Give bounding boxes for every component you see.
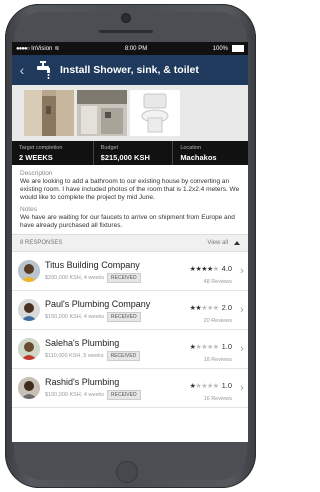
avatar <box>18 260 40 282</box>
page-title: Install Shower, sink, & toilet <box>60 64 199 76</box>
toilet-photo[interactable] <box>130 90 180 136</box>
star-rating-icon: ★★★★★ <box>189 343 219 351</box>
response-row[interactable]: Saleha's Plumbing $110,000 KSH, 5 weeks R… <box>12 330 248 369</box>
chevron-right-icon[interactable]: › <box>236 343 248 355</box>
rating-block: ★★★★★ 2.0 20 Reviews <box>176 297 232 324</box>
response-row[interactable]: Rashid's Plumbing $100,000 KSH, 4 weeks R… <box>12 369 248 408</box>
stat-target-completion: Target completion 2 WEEKS <box>12 141 94 165</box>
room-photo-1[interactable] <box>24 90 74 136</box>
rating-value: 2.0 <box>221 302 232 312</box>
battery-label: 100% <box>212 45 228 52</box>
review-count: 48 Reviews <box>203 278 232 285</box>
rating-block: ★★★★★ 4.0 48 Reviews <box>176 258 232 285</box>
rating-block: ★★★★★ 1.0 18 Reviews <box>176 336 232 363</box>
status-badge: RECEIVED <box>107 272 141 283</box>
avatar <box>18 338 40 360</box>
responses-header: 8 RESPONSES View all <box>12 234 248 252</box>
star-rating-icon: ★★★★★ <box>189 304 219 312</box>
collapse-arrow-icon <box>234 241 240 245</box>
chevron-right-icon[interactable]: › <box>236 304 248 316</box>
responses-count: 8 RESPONSES <box>20 240 63 246</box>
status-bar: ●●●●○ InVision ≋ 8:00 PM 100% <box>12 42 248 55</box>
response-row[interactable]: Titus Building Company $200,000 KSH, 4 w… <box>12 252 248 291</box>
description-section: Description We are looking to add a bath… <box>12 165 248 204</box>
room-photo-2[interactable] <box>77 90 127 136</box>
description-text: We are looking to add a bathroom to our … <box>20 178 240 201</box>
notes-heading: Notes <box>20 206 37 213</box>
review-count: 18 Reviews <box>203 356 232 363</box>
star-rating-icon: ★★★★★ <box>189 382 219 390</box>
responses-list: Titus Building Company $200,000 KSH, 4 w… <box>12 252 248 408</box>
rating-value: 4.0 <box>221 263 232 273</box>
notes-text: We have are waiting for our faucets to a… <box>20 214 235 229</box>
carrier-label: InVision <box>31 45 53 52</box>
contractor-name: Titus Building Company <box>45 259 140 270</box>
stat-location: Location Machakos <box>180 145 217 162</box>
signal-icon: ●●●●○ <box>16 45 30 52</box>
quote-summary: $150,000 KSH, 4 weeks <box>45 313 105 320</box>
contractor-name: Saleha's Plumbing <box>45 337 120 348</box>
back-chevron-icon[interactable]: ‹ <box>12 62 32 78</box>
star-rating-icon: ★★★★★ <box>189 265 219 273</box>
status-badge: RECEIVED <box>107 389 141 400</box>
front-camera <box>121 13 131 23</box>
status-badge: RECEIVED <box>106 350 141 361</box>
clock: 8:00 PM <box>124 45 148 52</box>
wifi-icon: ≋ <box>54 46 60 52</box>
rating-block: ★★★★★ 1.0 16 Reviews <box>176 375 232 402</box>
quote-summary: $100,000 KSH, 4 weeks <box>45 391 105 398</box>
view-all-button[interactable]: View all <box>207 240 240 246</box>
review-count: 20 Reviews <box>203 317 232 324</box>
navigation-bar: ‹ Install Shower, sink, & toilet <box>12 55 248 85</box>
contractor-name: Paul's Plumbing Company <box>45 298 151 309</box>
project-stats: Target completion 2 WEEKS Budget $215,00… <box>12 141 248 165</box>
contractor-name: Rashid's Plumbing <box>45 376 120 387</box>
notes-section: Notes We have are waiting for our faucet… <box>12 204 248 234</box>
view-all-label: View all <box>207 240 228 246</box>
status-badge: RECEIVED <box>107 311 141 322</box>
quote-summary: $110,000 KSH, 5 weeks <box>45 352 104 359</box>
chevron-right-icon[interactable]: › <box>236 382 248 394</box>
app-screen: ●●●●○ InVision ≋ 8:00 PM 100% ‹ Install … <box>12 42 248 442</box>
description-heading: Description <box>20 170 53 177</box>
avatar <box>18 299 40 321</box>
response-row[interactable]: Paul's Plumbing Company $150,000 KSH, 4 … <box>12 291 248 330</box>
battery-icon <box>232 45 244 52</box>
review-count: 16 Reviews <box>203 395 232 402</box>
quote-summary: $200,000 KSH, 4 weeks <box>45 274 105 281</box>
avatar <box>18 377 40 399</box>
rating-value: 1.0 <box>221 380 232 390</box>
earpiece-speaker <box>99 30 153 33</box>
faucet-icon <box>32 59 54 81</box>
chevron-right-icon[interactable]: › <box>236 265 248 277</box>
stat-budget: Budget $215,000 KSH <box>94 141 174 165</box>
home-button[interactable] <box>116 461 138 483</box>
photo-gallery <box>12 85 248 141</box>
rating-value: 1.0 <box>221 341 232 351</box>
